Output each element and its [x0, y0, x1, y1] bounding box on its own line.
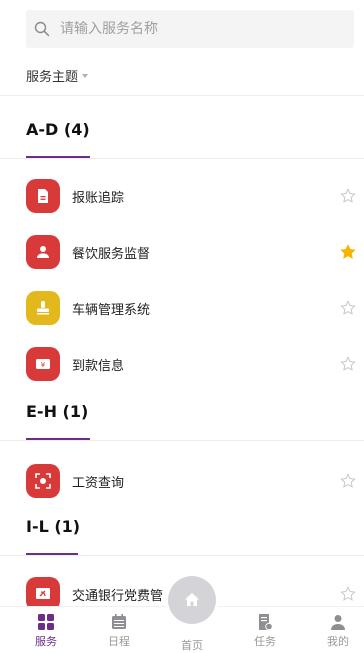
money-card-icon: ¥ [26, 347, 60, 381]
tab-profile[interactable]: 我的 [308, 607, 364, 653]
home-button[interactable] [168, 576, 216, 624]
tab-label: 首页 [181, 639, 203, 652]
section-header-a-d: A-D (4) [0, 110, 364, 159]
star-icon[interactable] [340, 188, 356, 204]
section-title: I-L (1) [26, 517, 81, 536]
scan-icon [26, 464, 60, 498]
star-icon[interactable] [340, 586, 356, 602]
search-box[interactable] [26, 10, 354, 48]
item-label: 到款信息 [72, 358, 125, 374]
search-icon [34, 21, 50, 37]
calendar-icon [112, 614, 126, 629]
home-icon [185, 593, 199, 606]
star-icon[interactable] [340, 356, 356, 372]
divider [0, 555, 364, 556]
service-topic-label: 服务主题 [26, 70, 79, 85]
grid-icon [38, 614, 54, 630]
task-icon [259, 614, 273, 631]
tab-label: 任务 [254, 635, 276, 648]
section-header-i-l: I-L (1) [0, 507, 364, 556]
star-icon[interactable] [340, 473, 356, 489]
service-page: 服务主题 A-D (4) 报账追踪 餐饮服务监督 车辆管理系统 [0, 0, 364, 653]
section-header-e-h: E-H (1) [0, 392, 364, 441]
service-topic-filter[interactable]: 服务主题 [0, 56, 364, 96]
list-item[interactable]: ¥ 到款信息 [0, 336, 364, 392]
divider [0, 440, 364, 441]
item-label: 交通银行党费管 [72, 588, 164, 604]
caret-down-icon [82, 73, 89, 78]
document-icon [26, 179, 60, 213]
list-item[interactable]: 报账追踪 [0, 168, 364, 224]
section-title: E-H (1) [26, 402, 89, 421]
star-filled-icon[interactable] [340, 244, 356, 260]
divider [0, 158, 364, 159]
item-label: 餐饮服务监督 [72, 246, 151, 262]
list-item[interactable]: 餐饮服务监督 [0, 224, 364, 280]
tab-label: 服务 [35, 635, 57, 648]
stamp-icon [26, 291, 60, 325]
search-bar [0, 0, 364, 56]
list-item[interactable]: 工资查询 [0, 453, 364, 509]
item-label: 工资查询 [72, 475, 125, 491]
item-label: 车辆管理系统 [72, 302, 151, 318]
tab-label: 我的 [327, 635, 349, 648]
chef-icon [26, 235, 60, 269]
tab-task[interactable]: 任务 [235, 607, 295, 653]
tab-schedule[interactable]: 日程 [89, 607, 149, 653]
section-title: A-D (4) [26, 120, 90, 139]
user-icon [331, 615, 345, 630]
search-input[interactable] [60, 21, 320, 37]
svg-text:¥: ¥ [41, 361, 46, 369]
tab-label: 日程 [108, 635, 130, 648]
list-item[interactable]: 车辆管理系统 [0, 280, 364, 336]
star-icon[interactable] [340, 300, 356, 316]
item-label: 报账追踪 [72, 190, 125, 206]
tab-service[interactable]: 服务 [16, 607, 76, 653]
